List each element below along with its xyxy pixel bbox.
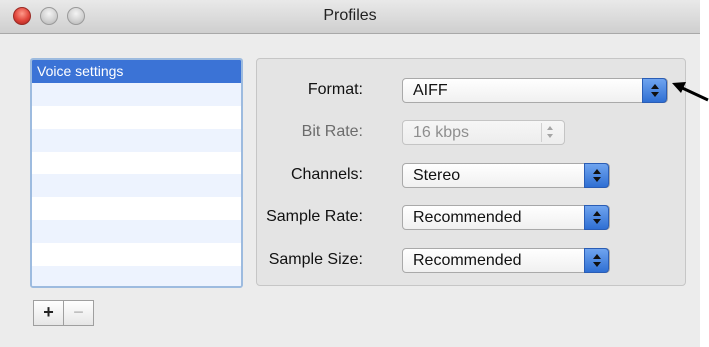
popup-arrows-icon <box>584 163 609 188</box>
list-item[interactable] <box>32 266 241 286</box>
sample-rate-label: Sample Rate: <box>266 208 363 225</box>
list-item[interactable]: Voice settings <box>32 60 241 83</box>
popup-arrows-icon <box>584 205 609 230</box>
popup-arrows-icon <box>584 248 609 273</box>
stepper-arrows-icon <box>541 123 561 142</box>
channels-select[interactable]: Stereo <box>402 163 610 188</box>
list-item[interactable] <box>32 128 241 152</box>
profiles-window: Profiles Voice settings + − Format: AIFF… <box>0 0 700 347</box>
list-item[interactable] <box>32 174 241 198</box>
channels-label: Channels: <box>290 166 363 183</box>
sample-rate-select[interactable]: Recommended <box>402 205 610 230</box>
list-item[interactable] <box>32 243 241 266</box>
bit-rate-label: Bit Rate: <box>301 123 363 140</box>
profile-list[interactable]: Voice settings <box>30 58 243 288</box>
format-label: Format: <box>307 81 363 98</box>
settings-panel: Format: AIFF Bit Rate: 16 kbps Channels:… <box>256 58 686 286</box>
sample-size-select[interactable]: Recommended <box>402 248 610 273</box>
list-item[interactable] <box>32 152 241 175</box>
sample-rate-value: Recommended <box>413 209 522 226</box>
window-title: Profiles <box>323 7 377 24</box>
popup-arrows-icon <box>642 78 667 103</box>
list-item[interactable] <box>32 197 241 220</box>
bit-rate-select: 16 kbps <box>402 120 565 145</box>
sample-size-value: Recommended <box>413 252 522 269</box>
list-item[interactable] <box>32 220 241 244</box>
list-item[interactable] <box>32 82 241 106</box>
arrow-pointer-icon <box>672 82 709 102</box>
add-profile-button[interactable]: + <box>33 300 64 326</box>
format-select[interactable]: AIFF <box>402 78 668 103</box>
title-bar: Profiles <box>0 0 700 34</box>
channels-value: Stereo <box>413 167 461 184</box>
bit-rate-value: 16 kbps <box>413 124 470 141</box>
list-buttons: + − <box>33 300 94 326</box>
format-value: AIFF <box>413 82 448 99</box>
remove-profile-button[interactable]: − <box>63 300 94 326</box>
sample-size-label: Sample Size: <box>268 251 363 268</box>
list-item[interactable] <box>32 106 241 129</box>
